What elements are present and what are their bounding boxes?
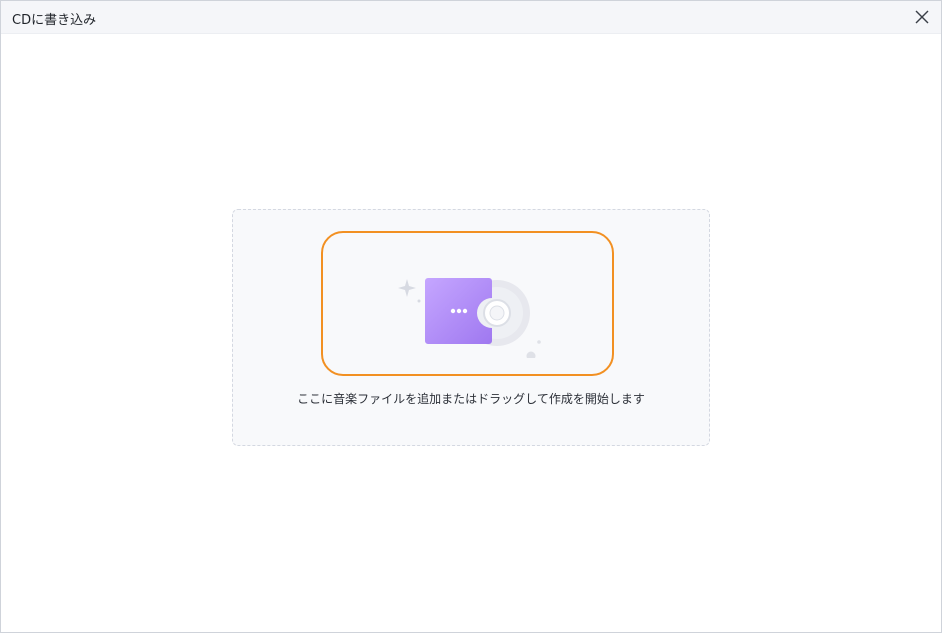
window-title: CDに書き込み: [12, 13, 97, 28]
dialog-content: ここに音楽ファイルを追加またはドラッグして作成を開始します: [1, 34, 941, 632]
drop-hint-text: ここに音楽ファイルを追加またはドラッグして作成を開始します: [297, 392, 645, 406]
sparkle-icon: [398, 279, 416, 297]
close-button[interactable]: [911, 6, 933, 28]
cd-burn-dialog: CDに書き込み ここに音楽ファイルを追加またはドラッグして作成を開始します: [0, 0, 942, 633]
cd-folder-illustration-icon: [393, 268, 543, 361]
title-bar: CDに書き込み: [1, 1, 941, 34]
close-icon: [915, 10, 929, 24]
music-drop-zone[interactable]: ここに音楽ファイルを追加またはドラッグして作成を開始します: [232, 209, 710, 446]
